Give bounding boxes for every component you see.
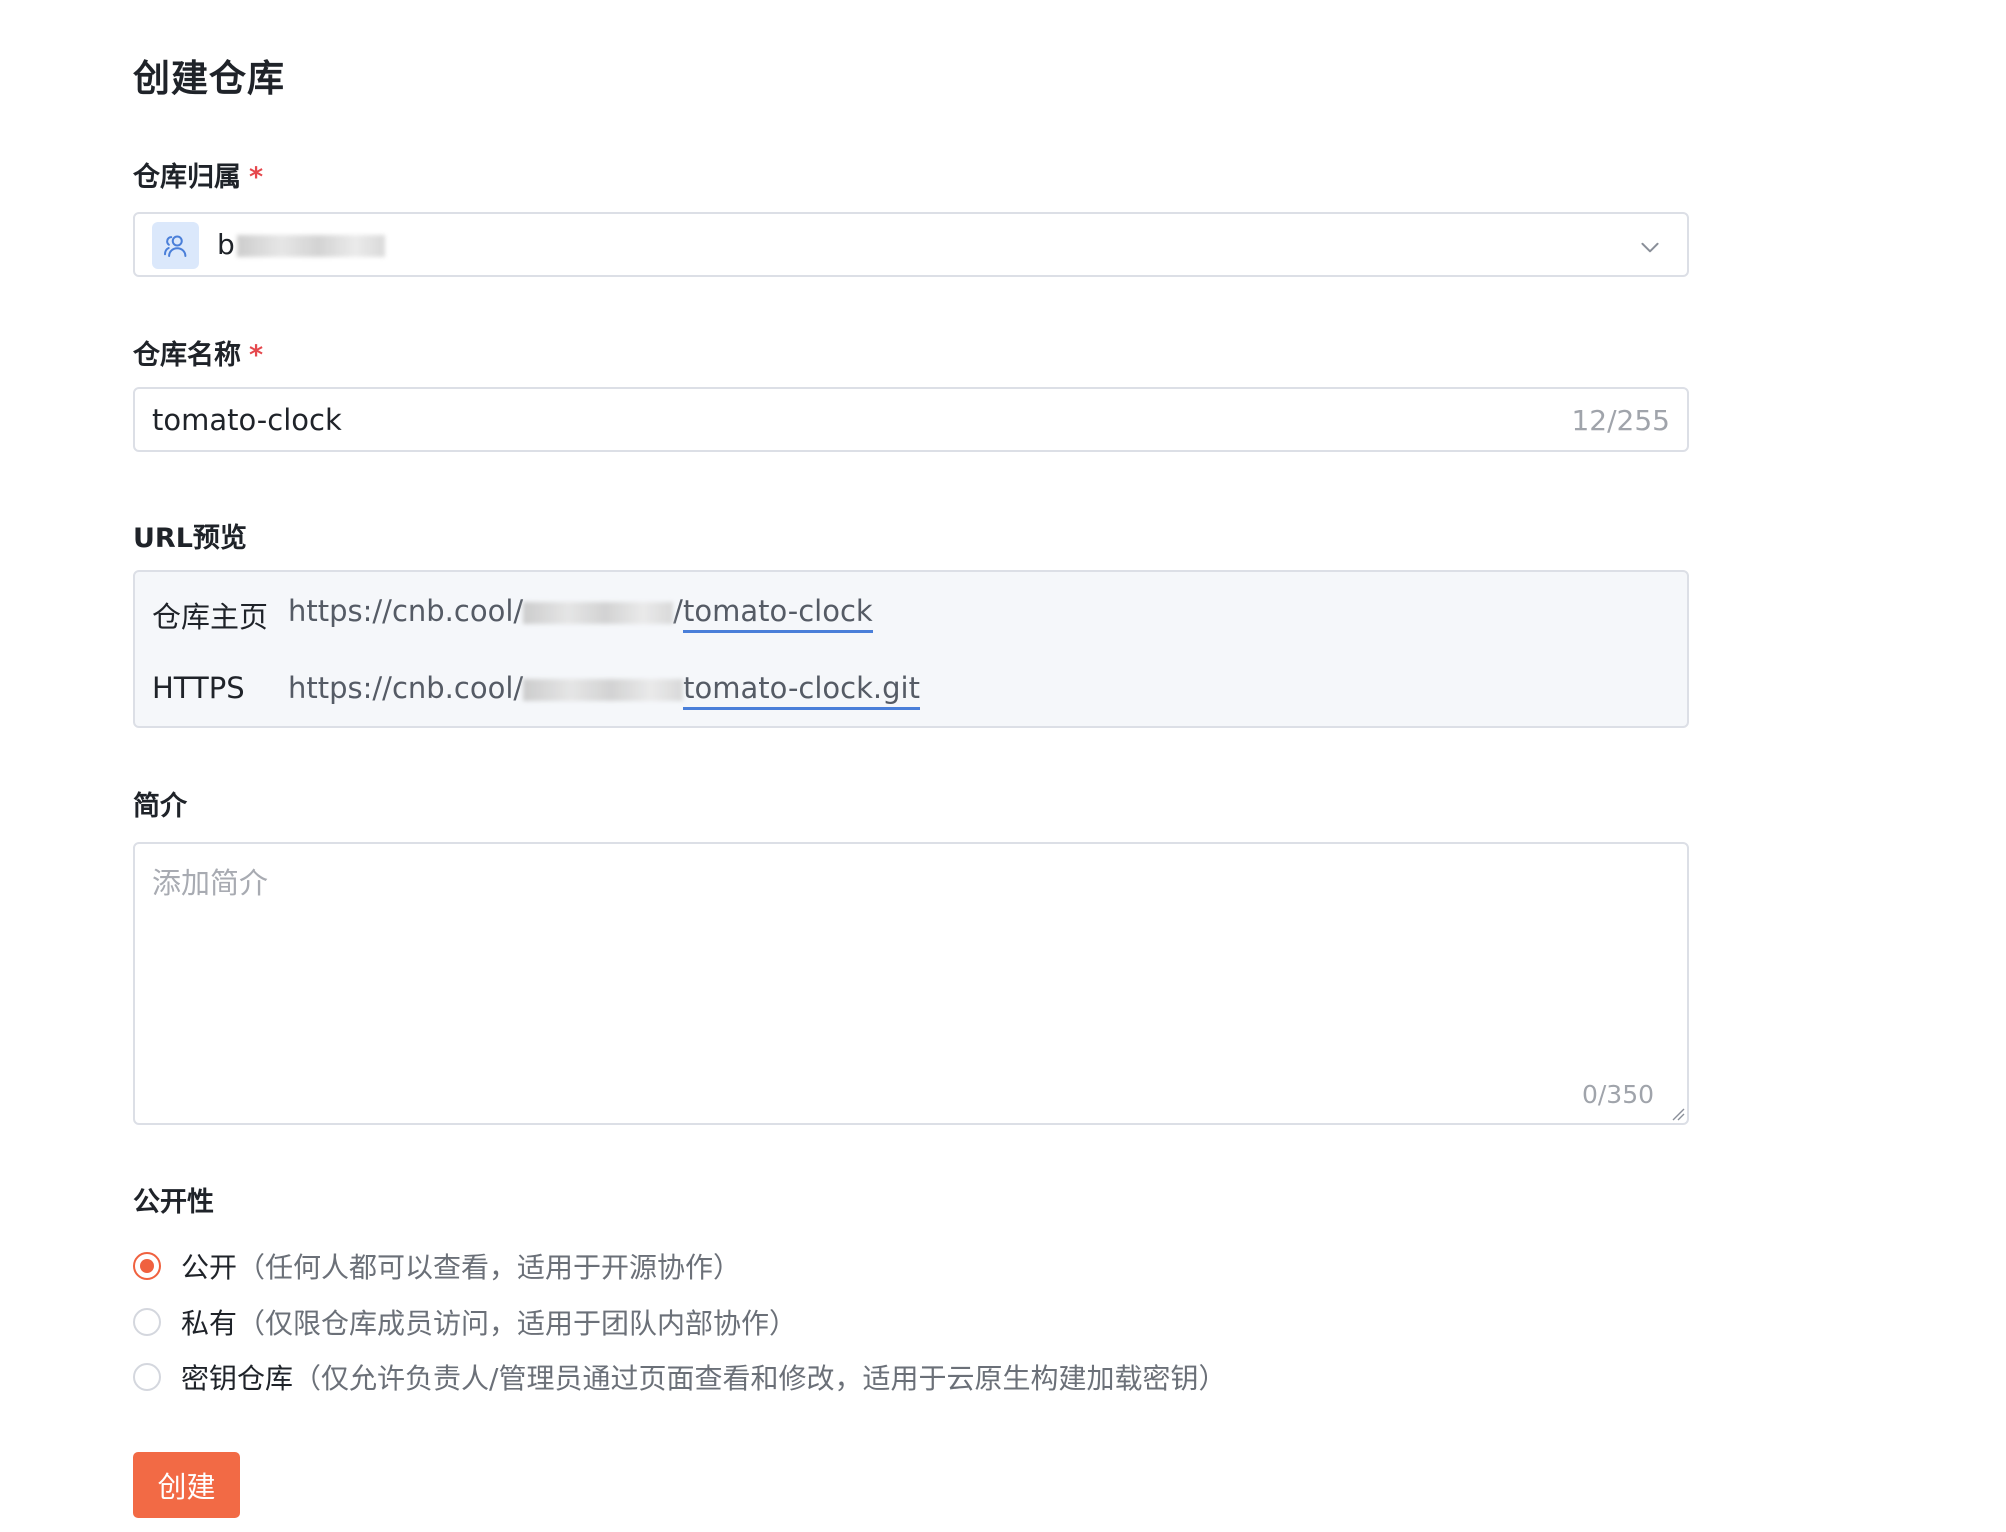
chevron-down-icon[interactable] xyxy=(1637,234,1663,260)
description-label: 简介 xyxy=(133,791,187,822)
url-row-key: HTTPS xyxy=(152,671,245,705)
url-preview-label: URL预览 xyxy=(133,523,247,554)
description-counter: 0/350 xyxy=(1581,1080,1654,1109)
visibility-option-public[interactable]: 公开 （任何人都可以查看，适用于开源协作） xyxy=(133,1248,741,1284)
url-preview-box: 仓库主页 https://cnb.cool/ /tomato-clock HTTP… xyxy=(133,570,1689,728)
owner-selected-value: b xyxy=(217,228,385,261)
repo-name-counter: 12/255 xyxy=(1571,404,1670,437)
repo-name-label: 仓库名称 * xyxy=(133,333,263,372)
url-row-key: 仓库主页 xyxy=(152,600,269,634)
visibility-label: 公开性 xyxy=(133,1187,214,1218)
required-mark: * xyxy=(249,162,264,193)
redacted-owner-path xyxy=(523,602,674,624)
owner-select[interactable]: b xyxy=(133,212,1689,277)
required-mark: * xyxy=(249,340,264,371)
redacted-owner-name xyxy=(236,235,385,257)
url-prefix: https://cnb.cool/ xyxy=(288,594,524,628)
owner-name-visible: b xyxy=(217,228,235,261)
option-title: 密钥仓库 xyxy=(181,1362,294,1395)
option-title: 公开 xyxy=(181,1251,238,1284)
description-textarea[interactable]: 添加简介 0/350 xyxy=(133,842,1689,1125)
visibility-option-private[interactable]: 私有 （仅限仓库成员访问，适用于团队内部协作） xyxy=(133,1304,797,1340)
radio-unchecked-icon[interactable] xyxy=(133,1363,161,1391)
description-placeholder: 添加简介 xyxy=(152,866,269,900)
url-repo-name: tomato-clock xyxy=(682,594,873,633)
page-title: 创建仓库 xyxy=(133,57,285,100)
visibility-option-secret[interactable]: 密钥仓库 （仅允许负责人/管理员通过页面查看和修改，适用于云原生构建加载密钥） xyxy=(133,1359,1226,1395)
owner-label: 仓库归属 * xyxy=(133,155,263,194)
repo-name-input[interactable]: tomato-clock 12/255 xyxy=(133,387,1689,452)
resize-handle-icon[interactable] xyxy=(1671,1107,1685,1121)
option-title: 私有 xyxy=(181,1307,238,1340)
url-slash: / xyxy=(673,594,683,628)
url-row-value: https://cnb.cool/tomato-clock.git xyxy=(288,671,920,710)
redacted-owner-path xyxy=(523,679,684,701)
repo-name-label-text: 仓库名称 xyxy=(133,340,241,371)
option-desc: （仅限仓库成员访问，适用于团队内部协作） xyxy=(237,1307,798,1340)
radio-unchecked-icon[interactable] xyxy=(133,1308,161,1336)
url-row-value: https://cnb.cool/ /tomato-clock xyxy=(288,594,873,633)
user-group-icon xyxy=(152,222,199,269)
option-desc: （任何人都可以查看，适用于开源协作） xyxy=(237,1251,742,1284)
repo-name-value[interactable]: tomato-clock xyxy=(152,403,342,437)
owner-label-text: 仓库归属 xyxy=(133,162,241,193)
create-button[interactable]: 创建 xyxy=(133,1452,240,1518)
radio-checked-icon[interactable] xyxy=(133,1252,161,1280)
url-prefix: https://cnb.cool/ xyxy=(288,671,524,705)
url-repo-name: tomato-clock.git xyxy=(683,671,920,710)
option-desc: （仅允许负责人/管理员通过页面查看和修改，适用于云原生构建加载密钥） xyxy=(293,1362,1227,1395)
